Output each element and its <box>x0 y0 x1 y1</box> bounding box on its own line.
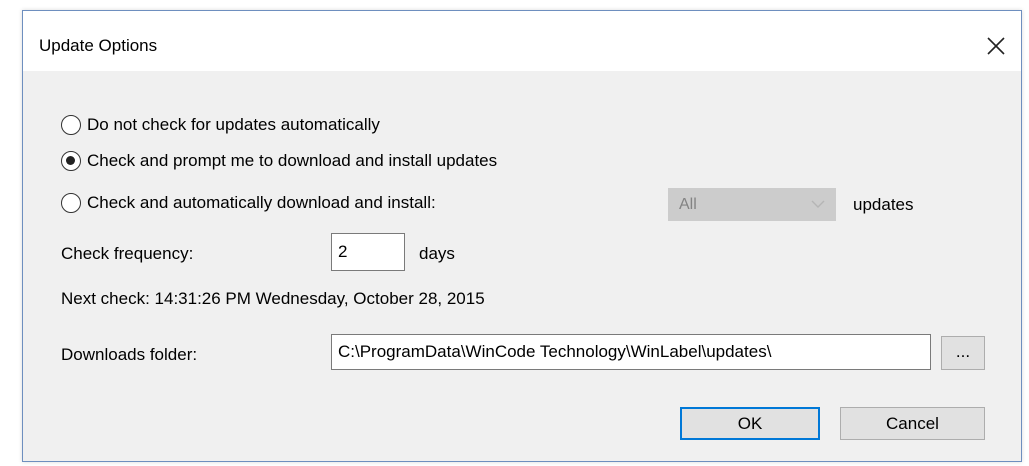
downloads-folder-label: Downloads folder: <box>61 345 198 364</box>
close-button[interactable] <box>981 31 1011 61</box>
close-icon <box>987 37 1005 55</box>
check-frequency-input[interactable] <box>331 233 405 271</box>
radio-prompt[interactable]: Check and prompt me to download and inst… <box>61 149 497 173</box>
ok-button[interactable]: OK <box>680 407 820 440</box>
radio-auto-label: Check and automatically download and ins… <box>87 193 436 212</box>
cancel-button-label: Cancel <box>886 414 939 433</box>
radio-no-check-label: Do not check for updates automatically <box>87 115 380 134</box>
radio-no-check[interactable]: Do not check for updates automatically <box>61 113 380 137</box>
chevron-down-icon <box>811 200 825 208</box>
update-scope-select[interactable]: All <box>668 188 836 221</box>
update-options-dialog: Update Options Do not check for updates … <box>22 10 1022 462</box>
ok-button-label: OK <box>737 414 763 433</box>
dialog-title: Update Options <box>39 36 158 55</box>
browse-folder-button[interactable]: ... <box>941 336 985 370</box>
radio-prompt-label: Check and prompt me to download and inst… <box>87 151 498 170</box>
radio-auto[interactable]: Check and automatically download and ins… <box>61 191 436 215</box>
radio-no-check-circle[interactable] <box>61 115 81 135</box>
browse-folder-button-label: ... <box>955 342 971 361</box>
cancel-button[interactable]: Cancel <box>840 407 985 440</box>
radio-auto-circle[interactable] <box>61 193 81 213</box>
title-bar: Update Options <box>23 11 1021 71</box>
radio-prompt-circle[interactable] <box>61 151 81 171</box>
check-frequency-label: Check frequency: <box>61 244 194 263</box>
updates-suffix-label: updates <box>853 195 914 214</box>
update-scope-value: All <box>679 196 697 213</box>
next-check-text: Next check: 14:31:26 PM Wednesday, Octob… <box>61 289 485 308</box>
downloads-folder-input[interactable] <box>331 334 931 370</box>
frequency-unit-label: days <box>419 244 455 263</box>
